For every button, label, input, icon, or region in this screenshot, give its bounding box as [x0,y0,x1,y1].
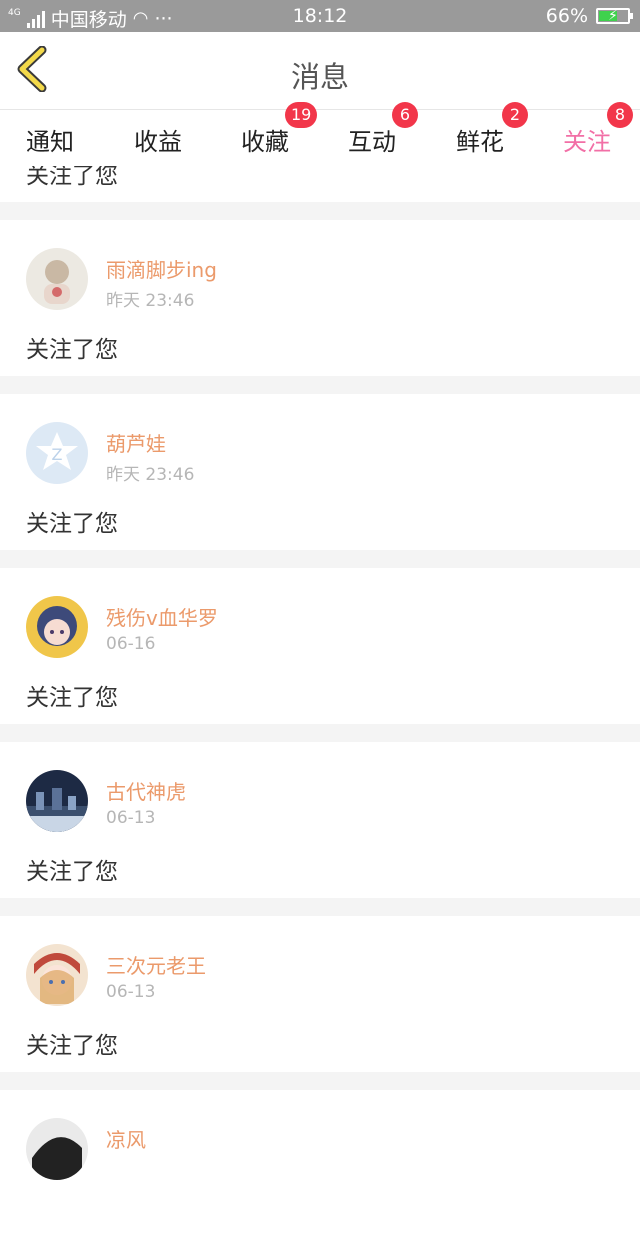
list-item[interactable]: 关注了您 [0,166,640,202]
clock: 18:12 [292,5,348,27]
status-right: 66% ⚡ [545,5,633,27]
tab-favorites[interactable]: 收藏 19 [241,102,318,157]
unread-badge: 8 [607,102,633,128]
tab-bar: 通知 收益 收藏 19 互动 6 鲜花 2 关注 8 [0,102,640,171]
avatar[interactable] [26,248,88,310]
unread-badge: 6 [392,102,418,128]
list-item[interactable]: Z 葫芦娃 昨天 23:46 关注了您 [0,394,640,550]
tab-label: 互动 [348,128,396,156]
charging-icon: ⚡ [608,8,618,24]
tab-label: 关注 [563,128,611,156]
unread-badge: 19 [285,102,318,128]
user-name[interactable]: 古代神虎 [106,776,186,805]
tab-label: 通知 [26,128,74,156]
item-time: 昨天 23:46 [106,291,195,311]
tab-follows[interactable]: 关注 8 [563,102,633,171]
battery-icon: ⚡ [596,8,633,24]
follow-list: 关注了您 雨滴脚步ing 昨天 23:46 关注了您 Z 葫芦娃 昨天 23:4… [0,166,640,1246]
tab-earnings[interactable]: 收益 [134,122,182,157]
list-item[interactable]: 雨滴脚步ing 昨天 23:46 关注了您 [0,220,640,376]
page-title: 消息 [290,60,349,94]
item-message: 关注了您 [26,511,118,537]
user-name[interactable]: 葫芦娃 [106,428,166,457]
item-time: 06-16 [106,634,156,654]
tab-label: 鲜花 [456,128,504,156]
item-time: 06-13 [106,808,156,828]
list-item[interactable]: 凉风 [0,1090,640,1246]
avatar[interactable] [26,770,88,832]
item-time: 06-13 [106,982,156,1002]
avatar[interactable]: Z [26,422,88,484]
tab-flowers[interactable]: 鲜花 2 [456,102,528,157]
tab-label: 收藏 [241,128,289,156]
list-item[interactable]: 三次元老王 06-13 关注了您 [0,916,640,1072]
unread-badge: 2 [502,102,528,128]
item-message: 关注了您 [26,166,118,189]
tab-interactions[interactable]: 互动 6 [348,102,418,157]
list-item[interactable]: 残伤v血华罗 06-16 关注了您 [0,568,640,724]
svg-text:Z: Z [52,445,63,464]
user-name[interactable]: 雨滴脚步ing [106,254,217,283]
user-name[interactable]: 凉风 [106,1124,146,1153]
list-item[interactable]: 古代神虎 06-13 关注了您 [0,742,640,898]
item-message: 关注了您 [26,337,118,363]
user-name[interactable]: 残伤v血华罗 [106,602,218,631]
tab-notifications[interactable]: 通知 [26,122,74,157]
item-time: 昨天 23:46 [106,465,195,485]
item-message: 关注了您 [26,859,118,885]
battery-percent: 66% [545,5,588,27]
avatar[interactable] [26,944,88,1006]
avatar[interactable] [26,596,88,658]
user-name[interactable]: 三次元老王 [106,950,206,979]
default-avatar-icon: Z [26,422,88,484]
avatar[interactable] [26,1118,88,1180]
item-message: 关注了您 [26,1033,118,1059]
tab-label: 收益 [134,128,182,156]
header-bar: 消息 [0,32,640,110]
status-bar: 4G 中国移动 ◠ ··· 18:12 66% ⚡ [0,0,640,32]
item-message: 关注了您 [26,685,118,711]
